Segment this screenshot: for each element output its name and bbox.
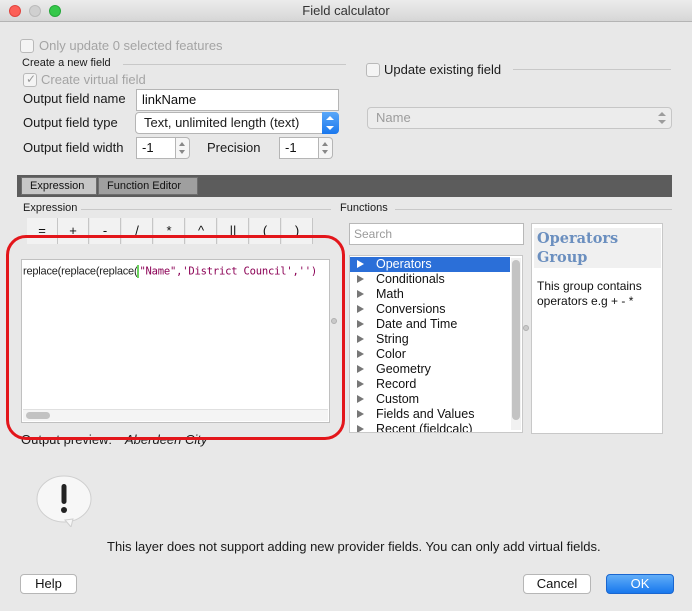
function-group-label: Recent (fieldcalc) xyxy=(376,422,473,433)
disclosure-triangle-icon xyxy=(357,350,364,358)
create-field-group-label: Create a new field xyxy=(22,57,111,69)
existing-field-select[interactable]: Name xyxy=(367,107,672,129)
create-virtual-field-checkbox[interactable] xyxy=(23,72,37,87)
disclosure-triangle-icon xyxy=(357,335,364,343)
function-group-color[interactable]: Color xyxy=(350,347,510,362)
function-group-date-time[interactable]: Date and Time xyxy=(350,317,510,332)
functions-divider xyxy=(395,209,672,210)
create-field-divider xyxy=(123,64,346,65)
function-group-string[interactable]: String xyxy=(350,332,510,347)
precision-label: Precision xyxy=(207,140,261,155)
disclosure-triangle-icon xyxy=(357,380,364,388)
disclosure-triangle-icon xyxy=(357,305,364,313)
disclosure-triangle-icon xyxy=(357,410,364,418)
only-update-selected-checkbox[interactable] xyxy=(20,39,34,53)
function-help-panel: Operators Group This group contains oper… xyxy=(531,223,663,434)
output-field-width-label: Output field width xyxy=(23,140,124,155)
function-group-label: Date and Time xyxy=(376,317,458,331)
function-group-label: Math xyxy=(376,287,404,301)
update-field-divider xyxy=(513,69,671,70)
only-update-selected-label: Only update 0 selected features xyxy=(39,38,223,53)
title-bar: Field calculator xyxy=(0,0,692,22)
functions-group-label: Functions xyxy=(340,202,388,214)
chevron-updown-icon xyxy=(322,112,339,134)
function-group-label: Custom xyxy=(376,392,420,406)
tab-function-editor[interactable]: Function Editor xyxy=(98,177,198,195)
precision-stepper[interactable] xyxy=(319,137,333,159)
function-group-label: Record xyxy=(376,377,417,391)
disclosure-triangle-icon xyxy=(357,365,364,373)
update-existing-field-checkbox[interactable] xyxy=(366,63,380,77)
disclosure-triangle-icon xyxy=(357,290,364,298)
tab-bar: Expression Function Editor xyxy=(17,175,672,197)
chevron-updown-icon xyxy=(657,111,667,125)
disclosure-triangle-icon xyxy=(357,425,364,432)
precision-input[interactable]: -1 xyxy=(279,137,319,159)
exclamation-bubble-icon xyxy=(36,475,92,527)
disclosure-triangle-icon xyxy=(357,260,364,268)
existing-field-value: Name xyxy=(376,110,411,125)
function-group-label: Operators xyxy=(376,257,432,271)
help-button[interactable]: Help xyxy=(20,574,77,594)
function-group-fields-values[interactable]: Fields and Values xyxy=(350,407,510,422)
tab-expression[interactable]: Expression xyxy=(21,177,97,195)
function-group-recent[interactable]: Recent (fieldcalc) xyxy=(350,422,510,433)
function-group-math[interactable]: Math xyxy=(350,287,510,302)
create-virtual-field-label: Create virtual field xyxy=(41,72,146,87)
cancel-button[interactable]: Cancel xyxy=(523,574,591,594)
output-field-name-input[interactable]: linkName xyxy=(136,89,339,111)
disclosure-triangle-icon xyxy=(357,395,364,403)
function-group-label: Conditionals xyxy=(376,272,445,286)
function-group-label: Geometry xyxy=(376,362,431,376)
output-field-name-label: Output field name xyxy=(23,91,126,106)
function-group-conversions[interactable]: Conversions xyxy=(350,302,510,317)
function-group-conditionals[interactable]: Conditionals xyxy=(350,272,510,287)
output-field-type-label: Output field type xyxy=(23,115,118,130)
function-group-label: Conversions xyxy=(376,302,446,316)
output-field-width-input[interactable]: -1 xyxy=(136,137,176,159)
function-group-geometry[interactable]: Geometry xyxy=(350,362,510,377)
window-title: Field calculator xyxy=(302,3,390,18)
expression-divider xyxy=(81,209,331,210)
function-list-scroll-thumb[interactable] xyxy=(512,260,520,420)
function-group-custom[interactable]: Custom xyxy=(350,392,510,407)
function-group-label: Color xyxy=(376,347,406,361)
function-group-label: Fields and Values xyxy=(376,407,475,421)
disclosure-triangle-icon xyxy=(357,275,364,283)
help-title: Operators Group xyxy=(537,230,619,266)
output-field-type-value: Text, unlimited length (text) xyxy=(144,115,300,130)
help-description: This group contains operators e.g + - * xyxy=(537,279,642,308)
function-group-operators[interactable]: Operators xyxy=(350,257,510,272)
expression-group-label: Expression xyxy=(23,202,78,214)
ok-button[interactable]: OK xyxy=(606,574,674,594)
output-field-type-select[interactable]: Text, unlimited length (text) xyxy=(135,112,339,134)
notice-text: This layer does not support adding new p… xyxy=(107,539,601,554)
function-search-input[interactable]: Search xyxy=(349,223,524,245)
function-group-label: String xyxy=(376,332,409,346)
splitter-handle[interactable] xyxy=(523,325,529,331)
output-field-width-stepper[interactable] xyxy=(176,137,190,159)
function-group-record[interactable]: Record xyxy=(350,377,510,392)
highlight-annotation xyxy=(6,235,345,440)
disclosure-triangle-icon xyxy=(357,320,364,328)
function-list-scrollbar[interactable] xyxy=(511,258,521,430)
update-existing-field-label: Update existing field xyxy=(384,62,502,77)
function-list: Operators Conditionals Math Conversions … xyxy=(349,255,523,433)
